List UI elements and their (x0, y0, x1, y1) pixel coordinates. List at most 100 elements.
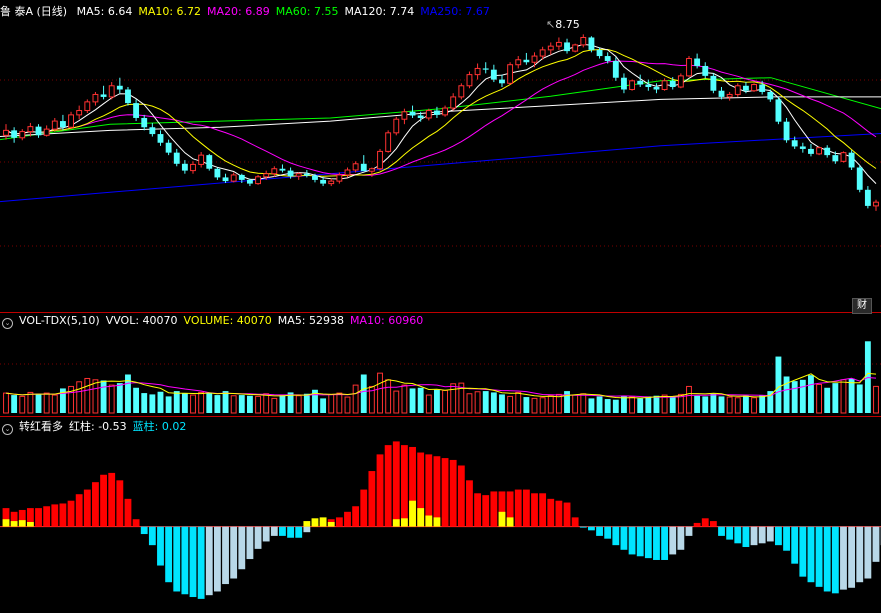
candle-down (824, 147, 831, 156)
volume-bar (181, 393, 188, 413)
candle-down (653, 87, 660, 90)
volume-bar (637, 398, 644, 413)
volume-bar (482, 391, 489, 413)
candle-down (742, 85, 749, 91)
oscillator-bar (547, 498, 555, 527)
candle-down (702, 65, 709, 76)
finance-badge[interactable]: 财 (852, 298, 872, 314)
candle-down (767, 91, 774, 100)
volume-bar (588, 398, 595, 413)
volume-bar (759, 395, 766, 413)
candle-up (190, 163, 196, 172)
candle-up (271, 168, 278, 175)
oscillator-yellow-bar (417, 508, 425, 527)
oscillator-bar (59, 503, 67, 527)
candle-down (303, 173, 310, 176)
volume-bar (377, 372, 383, 414)
candle-up (198, 154, 205, 165)
volume-bar (726, 396, 733, 414)
volume-bar (791, 381, 798, 413)
volume-bar (629, 396, 636, 414)
volume-bar (344, 396, 351, 414)
volume-bar (255, 395, 261, 414)
candle-up (352, 163, 359, 171)
oscillator-yellow-bar (2, 519, 10, 527)
volume-bar (645, 396, 652, 413)
candle-down (246, 179, 253, 184)
candle-down (181, 163, 188, 171)
oscillator-bar (181, 526, 189, 595)
oscillator-bar (254, 526, 262, 549)
volume-bar (51, 394, 58, 414)
oscillator-bar (67, 500, 75, 527)
indicator-label-0: 转红看多 (19, 420, 63, 433)
candle-down (165, 142, 172, 153)
oscillator-bar (734, 526, 742, 544)
volume-bar (238, 395, 245, 413)
volume-bar (206, 393, 213, 413)
oscillator-bar (165, 526, 173, 583)
candle-up (531, 55, 538, 63)
oscillator-bar (132, 519, 140, 527)
volume-bar (3, 392, 9, 414)
candle-up (76, 110, 83, 116)
volume-legend: VOL-TDX(5,10) VVOL: 40070 VOLUME: 40070 MA5… (19, 314, 429, 327)
candle-down (125, 89, 131, 104)
candle-down (149, 127, 156, 135)
oscillator-bar (579, 526, 587, 528)
oscillator-bar (693, 522, 701, 527)
indicator-panel-header: ⌄ 转红看多 红柱: -0.53 蓝柱: 0.02 (0, 418, 198, 435)
oscillator-bar (100, 474, 107, 527)
candle-up (385, 132, 392, 152)
candle-down (238, 174, 245, 180)
candle-up (873, 201, 879, 207)
oscillator-bar (661, 526, 669, 560)
oscillator-bar (262, 526, 270, 542)
high-price-marker: ↖8.75 (546, 18, 580, 31)
oscillator-bar (270, 526, 278, 536)
candle-down (320, 179, 327, 184)
volume-bar (718, 396, 725, 413)
oscillator-yellow-bar (26, 522, 34, 527)
ma-label-3: MA60: 7.55 (275, 5, 339, 18)
chevron-down-icon[interactable]: ⌄ (2, 424, 13, 435)
oscillator-bar (116, 480, 124, 527)
oscillator-bar (823, 526, 831, 592)
candle-up (547, 45, 554, 51)
candle-up (92, 93, 99, 103)
candle-up (3, 129, 9, 136)
volume-bar (116, 383, 123, 413)
volume-bar (873, 385, 879, 414)
candle-down (157, 134, 164, 143)
volume-bar (604, 399, 611, 413)
oscillator-yellow-bar (327, 522, 335, 527)
oscillator-bar (140, 526, 148, 535)
indicator-legend: 转红看多 红柱: -0.53 蓝柱: 0.02 (19, 420, 192, 433)
oscillator-bar (840, 526, 847, 590)
oscillator-bar (449, 459, 457, 527)
candle-down (621, 77, 627, 90)
oscillator-bar (766, 526, 774, 542)
candle-down (596, 49, 603, 57)
volume-bar (263, 393, 270, 414)
oscillator-bar (555, 500, 563, 527)
candle-up (401, 111, 408, 120)
volume-bar (222, 391, 229, 413)
candle-up (466, 74, 473, 87)
volume-bar (43, 392, 50, 414)
candle-down (612, 61, 619, 78)
oscillator-bar (238, 526, 246, 570)
candle-down (116, 85, 123, 90)
candle-up (68, 114, 74, 128)
candle-up (425, 110, 432, 119)
oscillator-bar (750, 526, 758, 546)
volume-bar (547, 395, 554, 414)
chevron-down-icon[interactable]: ⌄ (2, 318, 13, 329)
oscillator-bar (75, 494, 83, 527)
volume-bar (401, 384, 408, 414)
oscillator-bar (872, 526, 880, 562)
ma-label-2: MA20: 6.89 (207, 5, 270, 18)
oscillator-yellow-bar (303, 521, 311, 527)
oscillator-yellow-bar (506, 517, 514, 527)
candle-up (677, 75, 684, 88)
